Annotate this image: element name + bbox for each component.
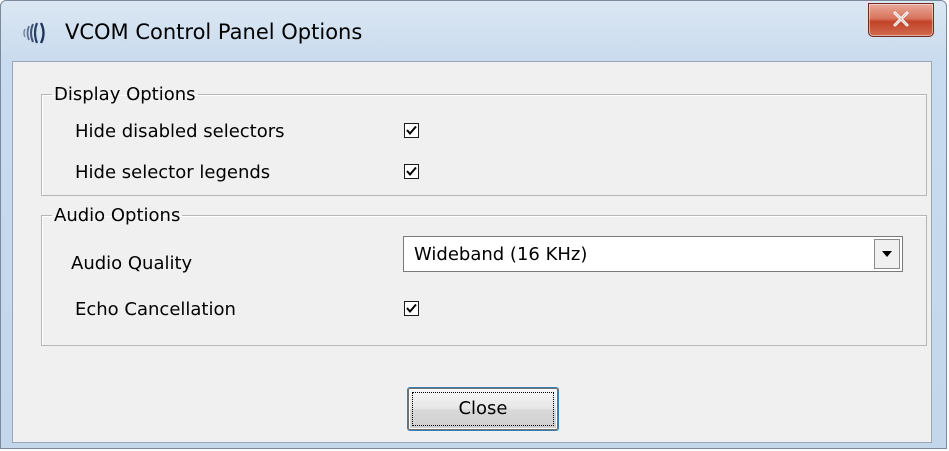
- dialog-client-area: Display Options Hide disabled selectors …: [12, 61, 932, 443]
- audio-quality-select[interactable]: Wideband (16 KHz): [403, 236, 903, 272]
- close-icon: [893, 11, 909, 27]
- checkmark-icon: [406, 166, 417, 177]
- chevron-down-icon: [882, 251, 892, 257]
- sound-waves-icon: [23, 21, 51, 45]
- window-title: VCOM Control Panel Options: [65, 20, 363, 44]
- audio-quality-value: Wideband (16 KHz): [414, 244, 588, 265]
- display-options-legend: Display Options: [54, 84, 196, 105]
- audio-options-group: Audio Options: [41, 205, 927, 346]
- dialog-window: VCOM Control Panel Options Display Optio…: [0, 0, 947, 449]
- hide-disabled-selectors-label: Hide disabled selectors: [75, 121, 285, 142]
- close-button[interactable]: Close: [408, 388, 558, 430]
- echo-cancellation-label: Echo Cancellation: [75, 299, 236, 320]
- checkmark-icon: [406, 303, 417, 314]
- audio-quality-dropdown-button[interactable]: [874, 239, 900, 269]
- title-bar[interactable]: VCOM Control Panel Options: [1, 1, 946, 63]
- close-window-button[interactable]: [868, 3, 934, 37]
- audio-quality-label: Audio Quality: [71, 253, 193, 274]
- focus-rect: [412, 392, 554, 426]
- hide-selector-legends-checkbox[interactable]: [404, 164, 419, 179]
- checkmark-icon: [406, 125, 417, 136]
- audio-options-legend: Audio Options: [54, 205, 181, 226]
- hide-disabled-selectors-checkbox[interactable]: [404, 123, 419, 138]
- echo-cancellation-checkbox[interactable]: [404, 301, 419, 316]
- hide-selector-legends-label: Hide selector legends: [75, 162, 271, 183]
